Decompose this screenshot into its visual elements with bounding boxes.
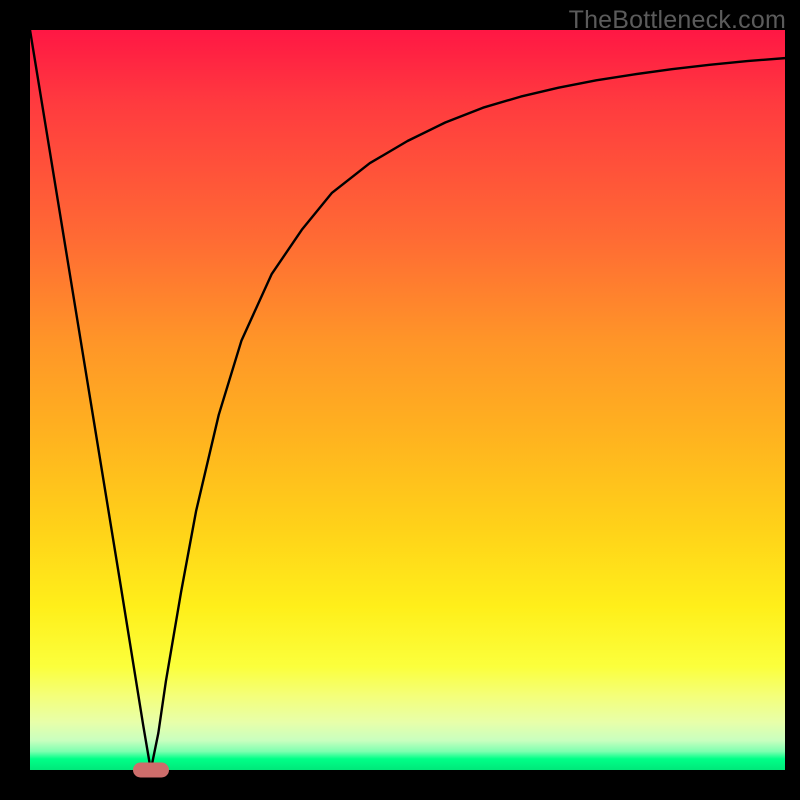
chart-frame: TheBottleneck.com (0, 0, 800, 800)
bottleneck-curve (30, 30, 785, 770)
optimum-marker (133, 763, 169, 778)
curve-svg (30, 30, 785, 770)
plot-area (30, 30, 785, 770)
